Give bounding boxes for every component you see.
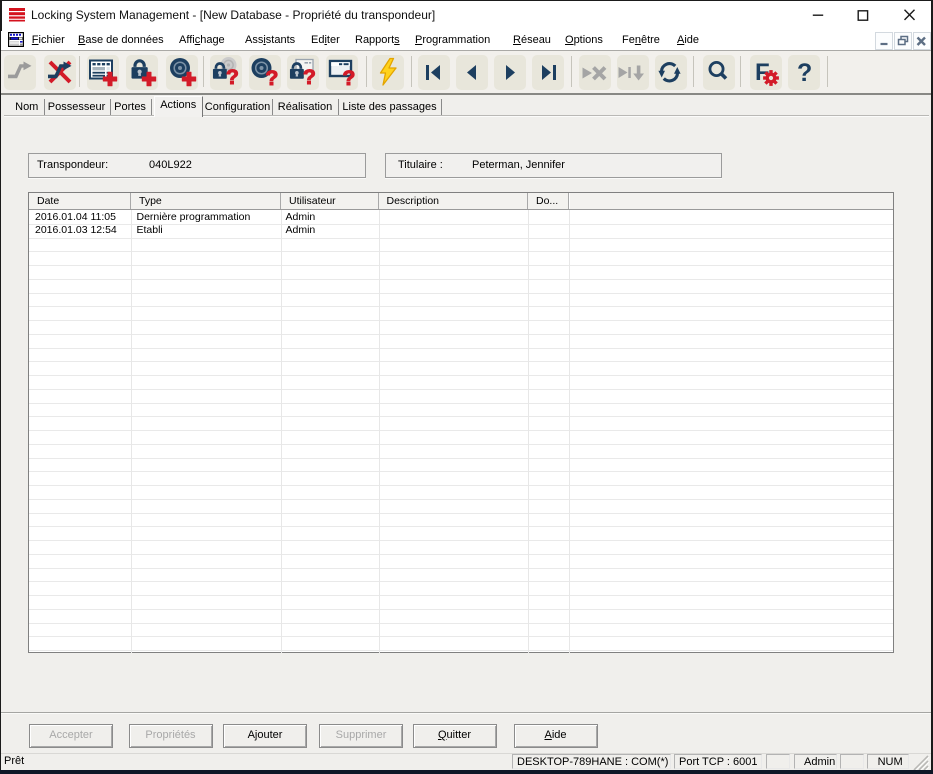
svg-text:?: ? (342, 67, 355, 90)
svg-text:?: ? (303, 66, 316, 89)
svg-text:?: ? (265, 67, 278, 90)
svg-text:?: ? (797, 59, 812, 87)
svg-text:?: ? (226, 66, 239, 89)
